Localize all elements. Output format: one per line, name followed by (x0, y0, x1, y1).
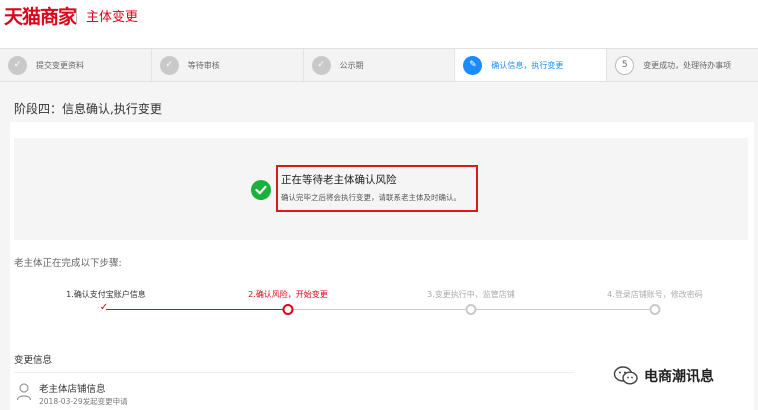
stage-title: 阶段四：信息确认,执行变更 (14, 102, 162, 116)
progress-line-complete (106, 309, 288, 310)
edit-icon: ✎ (463, 55, 483, 75)
wizard-steps: ✓ 提交变更资料 ✓ 等待审核 ✓ 公示期 ✎ 确认信息，执行变更 5 变更成功… (0, 48, 758, 82)
progress-step-label-1: 1.确认支付宝账户信息 (66, 290, 146, 299)
status-title: 正在等待老主体确认风险 (281, 174, 397, 186)
watermark-text: 电商潮讯息 (644, 369, 714, 385)
progress-dot-pending (649, 304, 661, 315)
wizard-step-2[interactable]: ✓ 等待审核 (152, 49, 304, 81)
wizard-step-label: 公示期 (339, 60, 364, 70)
check-icon: ✓ (311, 55, 331, 75)
progress-step-label-4: 4.登录店铺账号，修改密码 (607, 290, 703, 299)
progress-step-label-3: 3.变更执行中，监管店铺 (427, 290, 515, 299)
change-request-date: 2018-03-29发起变更申请 (39, 397, 128, 406)
wizard-step-3[interactable]: ✓ 公示期 (304, 49, 456, 81)
wizard-step-label: 变更成功，处理待办事项 (643, 60, 732, 70)
progress-step-label-2: 2.确认风险，开始变更 (248, 290, 328, 299)
header: 天猫商家 主体变更 (0, 0, 758, 38)
progress-heading: 老主体正在完成以下步骤: (14, 258, 122, 269)
wizard-step-5[interactable]: 5 变更成功，处理待办事项 (607, 49, 758, 81)
check-icon: ✓ (159, 55, 179, 75)
wizard-step-label: 等待审核 (187, 60, 220, 70)
step-number-badge: 5 (615, 55, 635, 75)
user-icon (16, 382, 32, 402)
wechat-icon (613, 366, 638, 385)
header-divider (76, 8, 77, 24)
page-title: 主体变更 (86, 10, 139, 25)
old-shop-info-link[interactable]: 老主体店铺信息 (39, 381, 106, 395)
divider (14, 372, 574, 373)
tmall-merchant-logo[interactable]: 天猫商家 (4, 2, 77, 29)
change-info-title: 变更信息 (14, 355, 53, 366)
wizard-step-4[interactable]: ✎ 确认信息，执行变更 (455, 49, 608, 81)
status-description: 确认完毕之后将会执行变更，请联系老主体及时确认。 (281, 193, 461, 202)
wizard-step-1[interactable]: ✓ 提交变更资料 (0, 49, 152, 81)
watermark: 电商潮讯息 (613, 365, 714, 387)
checkmark-icon: ✓ (99, 302, 109, 313)
wizard-step-label: 提交变更资料 (36, 60, 84, 70)
wizard-step-label: 确认信息，执行变更 (491, 60, 564, 70)
progress-dot-pending (465, 304, 477, 315)
progress-dot-current (282, 304, 294, 315)
check-icon: ✓ (8, 55, 27, 75)
progress-tracker: 1.确认支付宝账户信息 2.确认风险，开始变更 3.变更执行中，监管店铺 4.登… (0, 282, 758, 322)
check-circle-icon (251, 180, 271, 200)
